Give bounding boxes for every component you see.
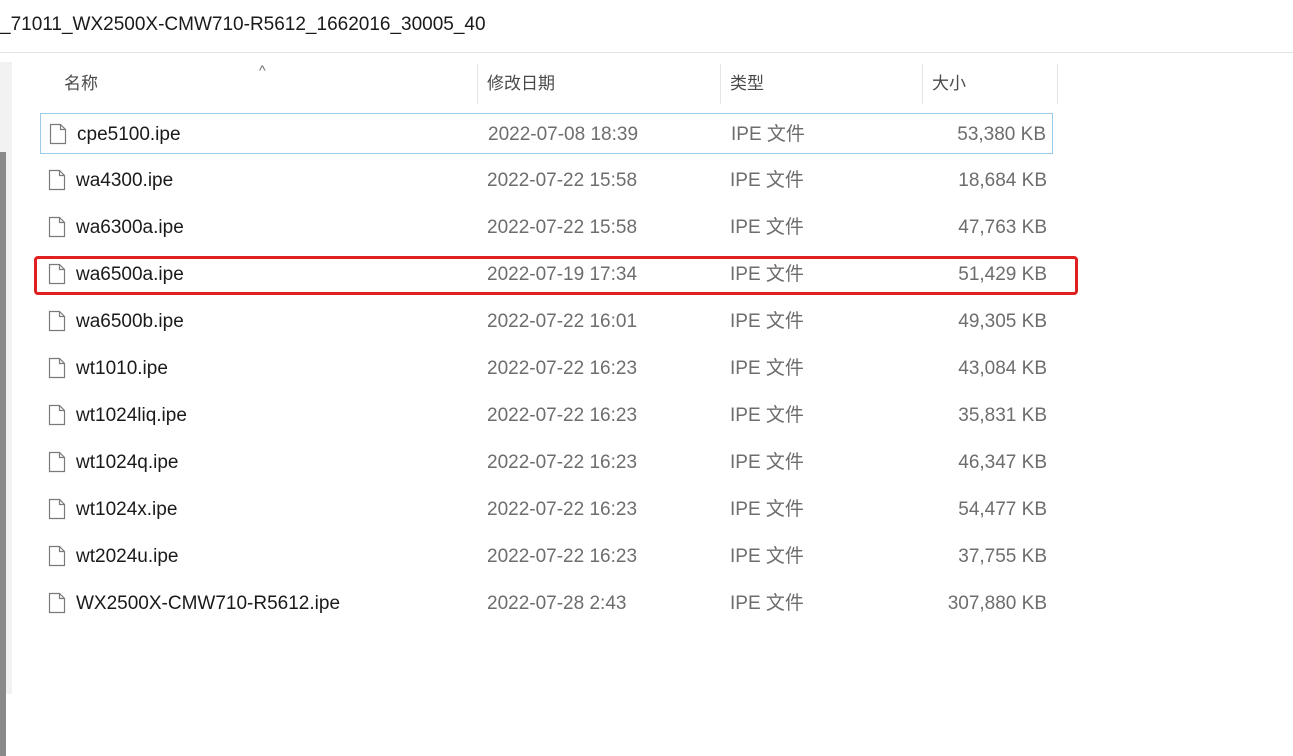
file-size: 47,763 KB	[958, 217, 1047, 238]
file-row[interactable]: wt1024q.ipe 2022-07-22 16:23 IPE 文件 46,347 …	[40, 442, 1053, 483]
file-row[interactable]: wa4300.ipe 2022-07-22 15:58 IPE 文件 18,684 K…	[40, 160, 1053, 201]
file-type: IPE 文件	[730, 452, 804, 473]
column-header-row: 名称 ^ 修改日期 类型 大小	[40, 62, 1058, 104]
column-divider[interactable]	[922, 64, 923, 104]
document-icon	[48, 545, 66, 567]
file-type: IPE 文件	[730, 405, 804, 426]
file-type: IPE 文件	[730, 358, 804, 379]
file-type: IPE 文件	[730, 311, 804, 332]
file-row[interactable]: wa6300a.ipe 2022-07-22 15:58 IPE 文件 47,763 …	[40, 207, 1053, 248]
file-size: 43,084 KB	[958, 358, 1047, 379]
document-icon	[48, 404, 66, 426]
file-row[interactable]: wt1024x.ipe 2022-07-22 16:23 IPE 文件 54,477 …	[40, 489, 1053, 530]
file-name: wa6500a.ipe	[76, 264, 184, 285]
document-icon	[48, 357, 66, 379]
file-name: wt1024liq.ipe	[76, 405, 187, 426]
file-type: IPE 文件	[730, 499, 804, 520]
column-header-type[interactable]: 类型	[730, 62, 920, 104]
file-modified-date: 2022-07-22 16:01	[487, 311, 638, 332]
column-header-date[interactable]: 修改日期	[487, 62, 717, 104]
file-modified-date: 2022-07-22 16:23	[487, 358, 638, 379]
file-row[interactable]: WX2500X-CMW710-R5612.ipe 2022-07-28 2:43 I…	[40, 583, 1053, 624]
file-type: IPE 文件	[731, 124, 805, 145]
file-name: WX2500X-CMW710-R5612.ipe	[76, 593, 341, 614]
document-icon	[48, 451, 66, 473]
file-name: wa6300a.ipe	[76, 217, 184, 238]
file-name: wt1010.ipe	[76, 358, 168, 379]
file-size: 46,347 KB	[958, 452, 1047, 473]
file-modified-date: 2022-07-22 16:23	[487, 546, 638, 567]
address-bar[interactable]: _71011_WX2500X-CMW710-R5612_1662016_3000…	[0, 0, 1293, 53]
file-type: IPE 文件	[730, 217, 804, 238]
file-modified-date: 2022-07-19 17:34	[487, 264, 638, 285]
document-icon	[48, 592, 66, 614]
file-size: 37,755 KB	[958, 546, 1047, 567]
file-name: cpe5100.ipe	[77, 124, 181, 145]
address-path[interactable]: _71011_WX2500X-CMW710-R5612_1662016_3000…	[0, 14, 486, 36]
file-modified-date: 2022-07-22 15:58	[487, 217, 638, 238]
file-size: 53,380 KB	[957, 124, 1046, 145]
file-name: wa6500b.ipe	[76, 311, 184, 332]
file-type: IPE 文件	[730, 264, 804, 285]
file-modified-date: 2022-07-22 16:23	[487, 452, 638, 473]
file-size: 51,429 KB	[958, 264, 1047, 285]
file-type: IPE 文件	[730, 546, 804, 567]
file-name: wa4300.ipe	[76, 170, 174, 191]
document-icon	[48, 216, 66, 238]
navigation-pane-scrollbar[interactable]	[0, 62, 12, 756]
column-divider[interactable]	[720, 64, 721, 104]
column-header-size[interactable]: 大小	[932, 62, 1052, 104]
document-icon	[48, 310, 66, 332]
file-modified-date: 2022-07-08 18:39	[488, 124, 639, 145]
file-modified-date: 2022-07-22 16:23	[487, 499, 638, 520]
file-type: IPE 文件	[730, 170, 804, 191]
file-row[interactable]: wt1010.ipe 2022-07-22 16:23 IPE 文件 43,084 K…	[40, 348, 1053, 389]
file-type: IPE 文件	[730, 593, 804, 614]
sort-ascending-icon: ^	[259, 62, 266, 78]
file-row[interactable]: wa6500a.ipe 2022-07-19 17:34 IPE 文件 51,429 …	[40, 254, 1053, 295]
file-modified-date: 2022-07-28 2:43	[487, 593, 627, 614]
file-name: wt1024q.ipe	[76, 452, 179, 473]
column-divider[interactable]	[1057, 64, 1058, 104]
document-icon	[49, 123, 67, 145]
scrollbar-thumb[interactable]	[0, 152, 6, 756]
column-divider[interactable]	[477, 64, 478, 104]
file-size: 18,684 KB	[958, 170, 1047, 191]
document-icon	[48, 498, 66, 520]
file-name: wt1024x.ipe	[76, 499, 178, 520]
file-row[interactable]: wt1024liq.ipe 2022-07-22 16:23 IPE 文件 35,83…	[40, 395, 1053, 436]
file-name: wt2024u.ipe	[76, 546, 179, 567]
file-modified-date: 2022-07-22 15:58	[487, 170, 638, 191]
file-size: 35,831 KB	[958, 405, 1047, 426]
file-size: 49,305 KB	[958, 311, 1047, 332]
document-icon	[48, 263, 66, 285]
file-size: 54,477 KB	[958, 499, 1047, 520]
file-modified-date: 2022-07-22 16:23	[487, 405, 638, 426]
file-row[interactable]: cpe5100.ipe 2022-07-08 18:39 IPE 文件 53,380 …	[40, 113, 1053, 154]
file-size: 307,880 KB	[947, 593, 1047, 614]
column-header-name[interactable]: 名称	[64, 62, 474, 104]
document-icon	[48, 169, 66, 191]
file-row[interactable]: wa6500b.ipe 2022-07-22 16:01 IPE 文件 49,305 …	[40, 301, 1053, 342]
file-row[interactable]: wt2024u.ipe 2022-07-22 16:23 IPE 文件 37,755 …	[40, 536, 1053, 577]
